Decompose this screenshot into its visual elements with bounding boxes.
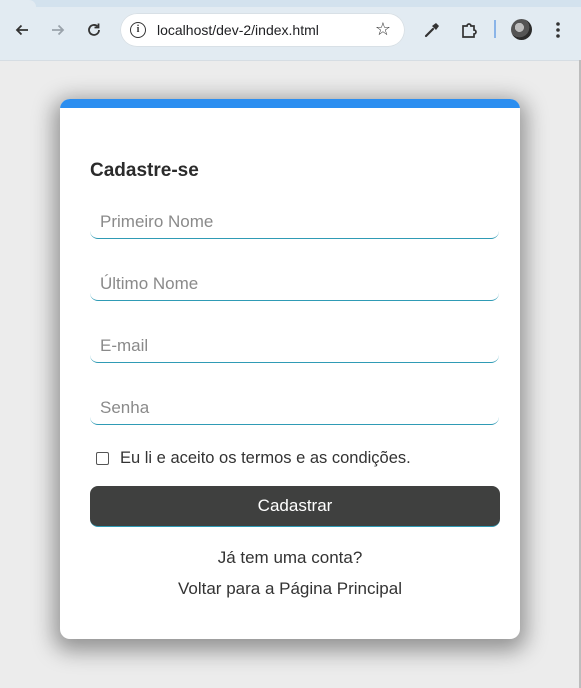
eyedropper-button[interactable] <box>420 18 444 42</box>
avatar[interactable] <box>511 19 532 40</box>
toolbar-divider <box>494 20 496 38</box>
terms-checkbox[interactable] <box>96 452 109 465</box>
info-icon[interactable]: i <box>130 22 146 38</box>
active-tab[interactable] <box>0 0 36 7</box>
kebab-menu-icon <box>556 22 560 38</box>
terms-label: Eu li e aceito os termos e as condições. <box>120 449 411 467</box>
first-name-input[interactable] <box>90 205 499 239</box>
email-input[interactable] <box>90 329 499 363</box>
home-link[interactable]: Voltar para a Página Principal <box>60 579 520 599</box>
arrow-right-icon <box>52 24 65 36</box>
signup-card: Cadastre-se Eu li e aceito os termos e a… <box>60 99 520 639</box>
login-link[interactable]: Já tem uma conta? <box>60 548 520 568</box>
card-accent-bar <box>60 99 520 108</box>
browser-toolbar: i localhost/dev-2/index.html ☆ <box>0 0 581 61</box>
eyedropper-icon <box>424 23 439 38</box>
menu-button[interactable] <box>546 18 570 42</box>
password-input[interactable] <box>90 391 499 425</box>
reload-icon <box>88 23 100 36</box>
reload-button[interactable] <box>82 18 106 42</box>
forward-button[interactable] <box>46 18 70 42</box>
tab-strip <box>0 0 581 7</box>
extensions-button[interactable] <box>457 18 481 42</box>
puzzle-icon <box>462 23 477 38</box>
form-title: Cadastre-se <box>90 160 199 181</box>
url-text[interactable]: localhost/dev-2/index.html <box>157 22 319 38</box>
back-button[interactable] <box>10 18 34 42</box>
register-button[interactable]: Cadastrar <box>90 486 500 527</box>
address-bar[interactable]: i localhost/dev-2/index.html ☆ <box>120 13 405 47</box>
terms-row[interactable]: Eu li e aceito os termos e as condições. <box>96 449 411 468</box>
star-icon[interactable]: ☆ <box>375 19 391 40</box>
arrow-left-icon <box>15 24 28 36</box>
last-name-input[interactable] <box>90 267 499 301</box>
